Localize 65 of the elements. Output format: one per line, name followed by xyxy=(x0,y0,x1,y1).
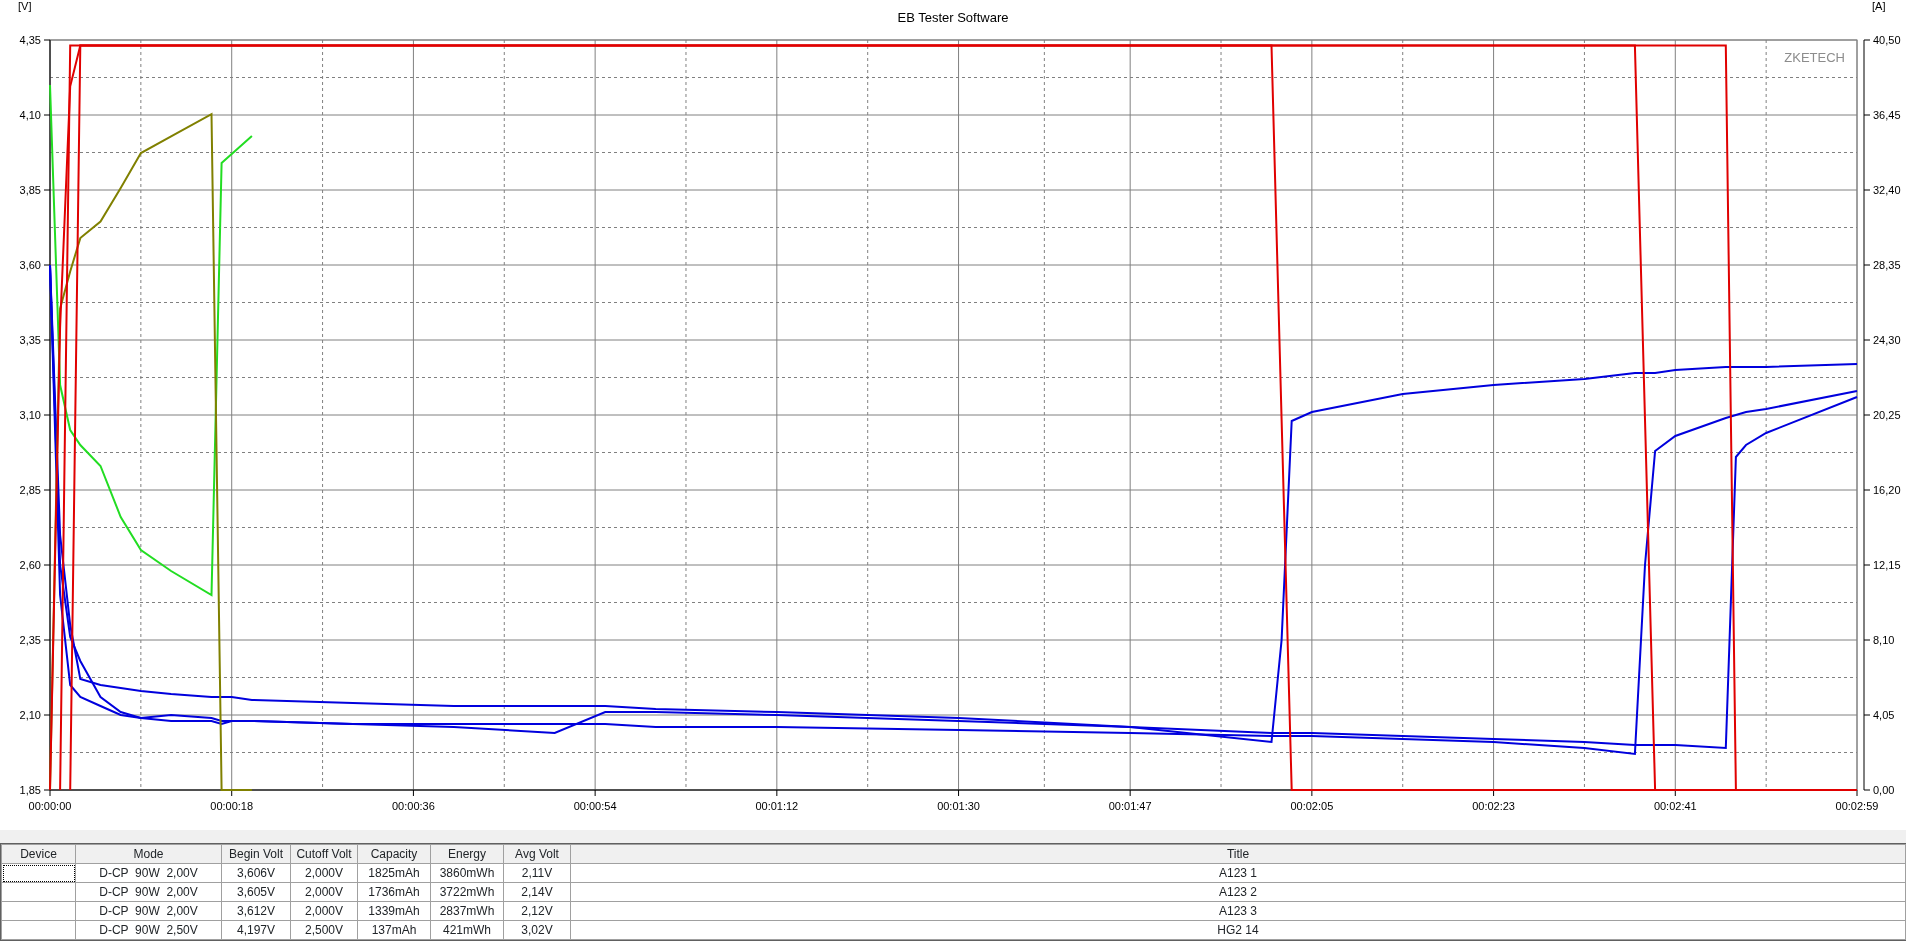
axis-tick-label: 4,35 xyxy=(19,34,41,46)
table-cell: 421mWh xyxy=(430,920,504,940)
table-cell: 3,02V xyxy=(503,920,571,940)
table-cell: HG2 14 xyxy=(570,920,1906,940)
table-cell: A123 2 xyxy=(570,882,1906,902)
table-cell: 1736mAh xyxy=(357,882,431,902)
axis-tick-label: 0,00 xyxy=(1873,784,1895,796)
axis-tick-label: 3,35 xyxy=(19,334,41,346)
axis-tick-label: 40,50 xyxy=(1873,34,1901,46)
axis-tick-label: 20,25 xyxy=(1873,409,1901,421)
axis-tick-label: 00:00:18 xyxy=(210,800,254,812)
table-cell: 137mAh xyxy=(357,920,431,940)
axis-tick-label: 2,35 xyxy=(19,634,41,646)
axis-tick-label: 00:00:36 xyxy=(392,800,435,812)
axis-tick-label: 4,10 xyxy=(19,109,41,121)
table-cell: 3,605V xyxy=(221,882,291,902)
table-cell: D-CP 90W 2,00V xyxy=(75,882,222,902)
axis-tick-label: 00:01:47 xyxy=(1108,800,1152,812)
axis-tick-label: 00:02:05 xyxy=(1290,800,1334,812)
axis-tick-label: 00:02:23 xyxy=(1472,800,1515,812)
axis-tick-label: 00:01:30 xyxy=(937,800,980,812)
axis-tick-label: 24,30 xyxy=(1873,334,1901,346)
axis-tick-label: 36,45 xyxy=(1873,109,1901,121)
axis-tick-label: 4,05 xyxy=(1873,709,1895,721)
axis-tick-label: 16,20 xyxy=(1873,484,1901,496)
chart-title: EB Tester Software xyxy=(897,10,1009,25)
table-cell: A123 3 xyxy=(570,901,1906,921)
axis-tick-label: 2,10 xyxy=(19,709,41,721)
table-cell: 2,500V xyxy=(290,920,358,940)
table-cell: 2,12V xyxy=(503,901,571,921)
axis-tick-label: 00:02:41 xyxy=(1653,800,1697,812)
table-cell: 3722mWh xyxy=(430,882,504,902)
table-cell: 2837mWh xyxy=(430,901,504,921)
axis-tick-label: 00:00:54 xyxy=(573,800,617,812)
axis-tick-label: 2,60 xyxy=(19,559,41,571)
table-cell: 2,000V xyxy=(290,901,358,921)
table-cell: 1825mAh xyxy=(357,863,431,883)
table-cell: D-CP 90W 2,00V xyxy=(75,863,222,883)
axis-unit-label: [A] xyxy=(1872,0,1886,12)
table-cell: A123 1 xyxy=(570,863,1906,883)
table-cell: 2,000V xyxy=(290,882,358,902)
table-cell: 1339mAh xyxy=(357,901,431,921)
table-cell: 2,11V xyxy=(503,863,571,883)
axis-tick-label: 00:01:12 xyxy=(755,800,799,812)
axis-tick-label: 00:00:00 xyxy=(28,800,72,812)
axis-tick-label: 3,10 xyxy=(19,409,41,421)
axis-tick-label: 12,15 xyxy=(1873,559,1901,571)
axis-tick-label: 00:02:59 xyxy=(1835,800,1879,812)
table-cell: D-CP 90W 2,50V xyxy=(75,920,222,940)
axis-tick-label: 32,40 xyxy=(1873,184,1901,196)
table-cell: 2,000V xyxy=(290,863,358,883)
axis-tick-label: 3,85 xyxy=(19,184,41,196)
table-cell: 4,197V xyxy=(221,920,291,940)
axis-tick-label: 28,35 xyxy=(1873,259,1901,271)
table-cell: 3,606V xyxy=(221,863,291,883)
axis-tick-label: 2,85 xyxy=(19,484,41,496)
axis-tick-label: 1,85 xyxy=(19,784,41,796)
table-cell: D-CP 90W 2,00V xyxy=(75,901,222,921)
axis-unit-label: [V] xyxy=(18,0,32,12)
axis-tick-label: 8,10 xyxy=(1873,634,1895,646)
table-cell: 3,612V xyxy=(221,901,291,921)
table-cell: 2,14V xyxy=(503,882,571,902)
chart-watermark-text: ZKETECH xyxy=(1784,50,1845,65)
table-cell: 3860mWh xyxy=(430,863,504,883)
axis-tick-label: 3,60 xyxy=(19,259,41,271)
